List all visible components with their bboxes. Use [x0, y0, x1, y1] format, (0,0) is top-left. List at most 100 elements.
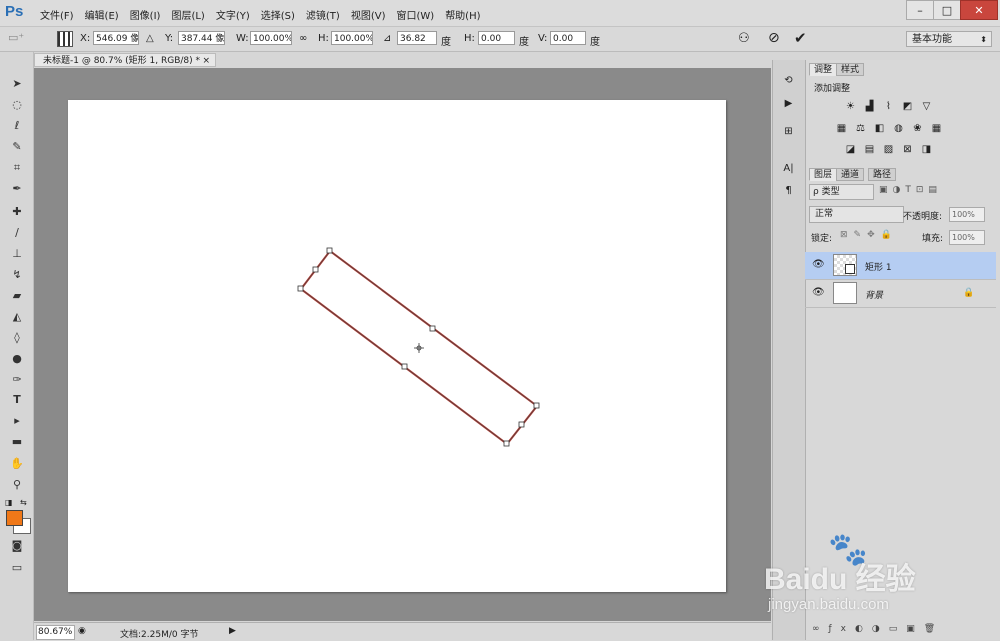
- warp-mode-icon[interactable]: ⚇: [738, 31, 750, 46]
- link-icon[interactable]: ∞: [299, 33, 307, 44]
- color-lookup-icon[interactable]: ▦: [930, 123, 943, 134]
- status-options-icon[interactable]: ◉: [78, 626, 86, 636]
- layer-name[interactable]: 背景: [865, 288, 883, 301]
- menu-select[interactable]: 选择(S): [261, 7, 295, 22]
- channel-mixer-icon[interactable]: ❀: [911, 123, 924, 134]
- history-panel-icon[interactable]: ⟲: [782, 75, 795, 86]
- rectangle-tool-icon[interactable]: ▬: [8, 434, 26, 450]
- commit-transform-icon[interactable]: ✔: [794, 29, 807, 47]
- lasso-tool-icon[interactable]: ℓ: [8, 118, 26, 134]
- filter-icons[interactable]: ▣◑T⊡▤: [879, 185, 942, 195]
- brightness-icon[interactable]: ☀: [844, 101, 857, 112]
- zoom-tool-icon[interactable]: ⚲: [8, 477, 26, 493]
- swap-colors-icon[interactable]: ⇆: [20, 498, 27, 507]
- layer-name[interactable]: 矩形 1: [865, 260, 892, 273]
- gradient-map-icon[interactable]: ◨: [920, 144, 933, 155]
- tab-paths[interactable]: 路径: [868, 168, 897, 181]
- pen-tool-icon[interactable]: ✑: [8, 372, 26, 388]
- photo-filter-icon[interactable]: ◍: [892, 123, 905, 134]
- vertical-skew-field[interactable]: 0.00: [550, 31, 586, 45]
- menu-filter[interactable]: 滤镜(T): [306, 7, 340, 22]
- relative-position-icon[interactable]: △: [146, 33, 154, 44]
- document-canvas[interactable]: [68, 100, 726, 592]
- default-colors-icon[interactable]: ◨: [5, 498, 13, 507]
- actions-panel-icon[interactable]: ▶: [782, 98, 795, 109]
- hue-saturation-icon[interactable]: ▦: [835, 123, 848, 134]
- layer-filter-select[interactable]: ρ 类型: [809, 184, 874, 200]
- curves-icon[interactable]: ⌇: [882, 101, 895, 112]
- marquee-tool-icon[interactable]: ◌: [8, 97, 26, 113]
- layer-actions-icons[interactable]: ∞ƒx◐◑▭▣🗑: [812, 624, 944, 634]
- exposure-icon[interactable]: ◩: [901, 101, 914, 112]
- cancel-transform-icon[interactable]: ⊘: [768, 30, 780, 46]
- reference-point-icon[interactable]: [57, 31, 73, 47]
- opacity-field[interactable]: 100%: [949, 207, 985, 222]
- close-button[interactable]: ✕: [960, 0, 998, 20]
- menu-window[interactable]: 窗口(W): [396, 7, 434, 22]
- transform-tool-icon[interactable]: ▭⁺: [8, 31, 38, 47]
- character-panel-icon[interactable]: A|: [782, 163, 795, 174]
- blend-mode-select[interactable]: 正常: [809, 206, 904, 223]
- lock-icons[interactable]: ⊠✎✥🔒: [840, 230, 898, 240]
- tab-styles[interactable]: 样式: [836, 63, 865, 76]
- posterize-icon[interactable]: ▤: [863, 144, 876, 155]
- properties-panel-icon[interactable]: ⊞: [782, 126, 795, 137]
- black-white-icon[interactable]: ◧: [873, 123, 886, 134]
- minimize-button[interactable]: –: [906, 0, 934, 20]
- tab-channels[interactable]: 通道: [836, 168, 865, 181]
- menu-help[interactable]: 帮助(H): [445, 7, 480, 22]
- screen-mode-icon[interactable]: ▭: [8, 560, 26, 576]
- x-position-field[interactable]: 546.09 像: [93, 31, 139, 45]
- paint-bucket-tool-icon[interactable]: ◭: [8, 309, 26, 325]
- levels-icon[interactable]: ▟: [863, 101, 876, 112]
- menu-image[interactable]: 图像(I): [130, 7, 161, 22]
- dodge-tool-icon[interactable]: ●: [8, 351, 26, 367]
- y-position-field[interactable]: 387.44 像: [178, 31, 225, 45]
- history-brush-tool-icon[interactable]: ↯: [8, 267, 26, 283]
- width-field[interactable]: 100.00%: [250, 31, 292, 45]
- hand-tool-icon[interactable]: ✋: [8, 456, 26, 472]
- type-tool-icon[interactable]: T: [8, 392, 26, 408]
- brush-tool-icon[interactable]: ∕: [8, 225, 26, 241]
- eyedropper-tool-icon[interactable]: ✒: [8, 181, 26, 197]
- blur-tool-icon[interactable]: ◊: [8, 330, 26, 346]
- layer-row-background[interactable]: 👁 背景 🔒: [805, 280, 996, 308]
- eye-icon[interactable]: 👁: [812, 259, 825, 271]
- tab-layers[interactable]: 图层: [809, 168, 838, 181]
- fill-field[interactable]: 100%: [949, 230, 985, 245]
- vibrance-icon[interactable]: ▽: [920, 101, 933, 112]
- horizontal-skew-field[interactable]: 0.00: [478, 31, 515, 45]
- quick-mask-icon[interactable]: ◙: [8, 538, 26, 554]
- angle-field[interactable]: 36.82: [397, 31, 437, 45]
- menu-layer[interactable]: 图层(L): [171, 7, 204, 22]
- maximize-button[interactable]: □: [933, 0, 961, 20]
- healing-brush-tool-icon[interactable]: ✚: [8, 204, 26, 220]
- tab-adjustments[interactable]: 调整: [809, 63, 838, 76]
- menu-file[interactable]: 文件(F): [40, 7, 74, 22]
- invert-icon[interactable]: ◪: [844, 144, 857, 155]
- menu-type[interactable]: 文字(Y): [216, 7, 250, 22]
- eye-icon[interactable]: 👁: [812, 287, 825, 299]
- paragraph-panel-icon[interactable]: ¶: [782, 185, 795, 196]
- foreground-color-swatch[interactable]: [6, 510, 23, 526]
- threshold-icon[interactable]: ▨: [882, 144, 895, 155]
- crop-tool-icon[interactable]: ⌗: [8, 160, 26, 176]
- close-tab-icon[interactable]: ×: [202, 54, 210, 68]
- menu-list: 文件(F) 编辑(E) 图像(I) 图层(L) 文字(Y) 选择(S) 滤镜(T…: [40, 7, 492, 22]
- eraser-tool-icon[interactable]: ▰: [8, 288, 26, 304]
- clone-stamp-tool-icon[interactable]: ⊥: [8, 246, 26, 262]
- x-label: X:: [80, 33, 91, 44]
- workspace-select[interactable]: 基本功能 ⬍: [906, 31, 992, 47]
- layer-row-shape[interactable]: 👁 矩形 1: [805, 252, 996, 280]
- path-selection-tool-icon[interactable]: ▸: [8, 413, 26, 429]
- height-field[interactable]: 100.00%: [331, 31, 373, 45]
- status-menu-arrow-icon[interactable]: ▶: [229, 626, 236, 636]
- menu-view[interactable]: 视图(V): [351, 7, 386, 22]
- color-balance-icon[interactable]: ⚖: [854, 123, 867, 134]
- document-tab[interactable]: 未标题-1 @ 80.7% (矩形 1, RGB/8) * ×: [34, 53, 216, 67]
- zoom-field[interactable]: 80.67%: [36, 625, 75, 640]
- move-tool-icon[interactable]: ➤: [8, 76, 26, 92]
- selective-color-icon[interactable]: ⊠: [901, 144, 914, 155]
- quick-select-tool-icon[interactable]: ✎: [8, 139, 26, 155]
- menu-edit[interactable]: 编辑(E): [85, 7, 119, 22]
